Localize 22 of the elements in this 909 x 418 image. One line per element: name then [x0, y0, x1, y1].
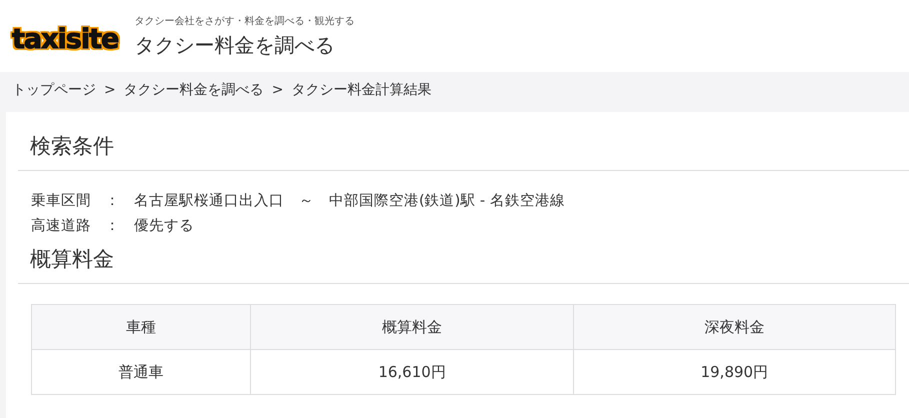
column-header: 深夜料金: [573, 304, 896, 350]
section-heading: 概算料金: [18, 245, 909, 284]
section-heading: 検索条件: [18, 132, 909, 171]
breadcrumb-link[interactable]: タクシー料金を調べる: [124, 81, 264, 99]
breadcrumb-link[interactable]: トップページ: [12, 81, 96, 99]
breadcrumb-separator: >: [272, 82, 284, 98]
column-header: 車種: [32, 304, 251, 350]
condition-label: 乗車区間: [31, 192, 91, 210]
condition-value: 優先する: [134, 217, 194, 235]
breadcrumb-link[interactable]: タクシー料金計算結果: [291, 81, 432, 99]
logo[interactable]: taxisite: [10, 20, 120, 58]
table-cell: 19,890円: [573, 350, 896, 394]
condition-value: 名古屋駅桜通口出入口 ～ 中部国際空港(鉄道)駅 - 名鉄空港線: [134, 192, 565, 210]
condition-separator: ：: [105, 217, 120, 235]
page-title: タクシー料金を調べる: [134, 32, 336, 58]
condition-label: 高速道路: [31, 216, 91, 235]
table-cell: 16,610円: [250, 350, 574, 394]
tagline: タクシー会社をさがす・料金を調べる・観光する: [134, 14, 354, 28]
condition-separator: ：: [105, 192, 120, 210]
breadcrumb-separator: >: [104, 82, 116, 98]
column-header: 概算料金: [250, 304, 574, 350]
table-cell: 普通車: [32, 350, 251, 394]
